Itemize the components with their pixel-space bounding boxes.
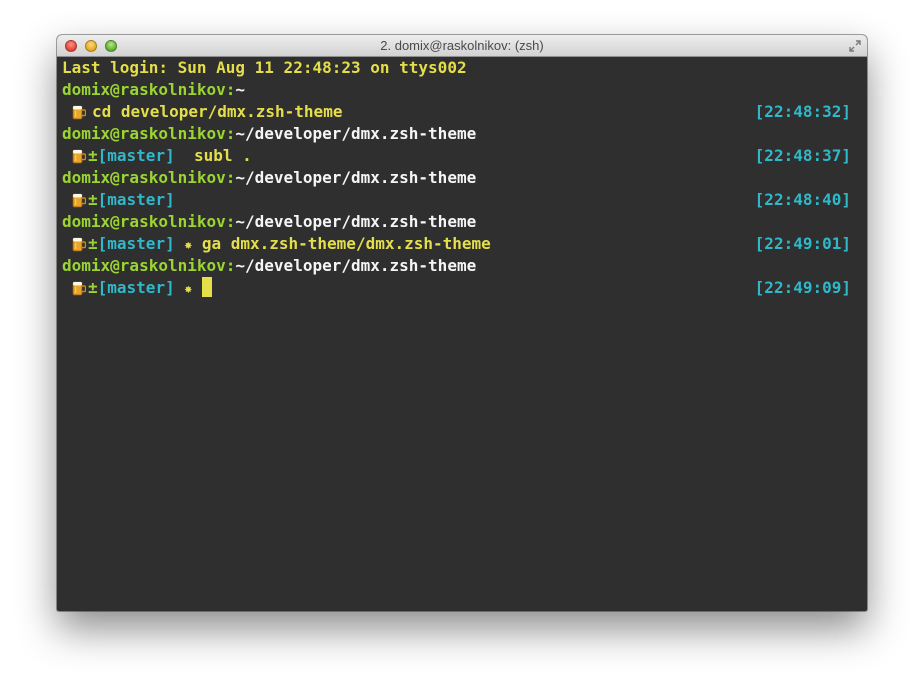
- timestamp: [22:48:40]: [754, 190, 851, 209]
- title-bar[interactable]: 2. domix@raskolnikov: (zsh): [57, 35, 867, 57]
- fullscreen-icon[interactable]: [848, 39, 862, 53]
- git-branch: [master]: [97, 146, 175, 165]
- command-line: cd developer/dmx.zsh-theme [22:48:32]: [62, 101, 851, 123]
- prompt-host-line: domix@raskolnikov:~/developer/dmx.zsh-th…: [62, 255, 851, 277]
- user-host: domix@raskolnikov:: [62, 124, 236, 143]
- command: ga dmx.zsh-theme/dmx.zsh-theme: [201, 234, 491, 253]
- git-marker: ±: [88, 234, 98, 253]
- last-login-line: Last login: Sun Aug 11 22:48:23 on ttys0…: [62, 58, 467, 77]
- beer-mug-icon: [72, 237, 86, 252]
- git-branch: [master]: [97, 190, 175, 209]
- timestamp: [22:49:01]: [754, 234, 851, 253]
- git-marker: ±: [88, 278, 98, 297]
- prompt-host-line: domix@raskolnikov:~/developer/dmx.zsh-th…: [62, 211, 851, 233]
- timestamp: [22:49:09]: [754, 278, 851, 297]
- command: subl .: [193, 146, 252, 165]
- beer-mug-icon: [72, 149, 86, 164]
- git-marker: ±: [88, 190, 98, 209]
- path: ~: [235, 80, 246, 99]
- prompt-host-line: domix@raskolnikov:~/developer/dmx.zsh-th…: [62, 123, 851, 145]
- user-host: domix@raskolnikov:: [62, 256, 236, 275]
- path: ~/developer/dmx.zsh-theme: [235, 212, 477, 231]
- beer-mug-icon: [72, 193, 86, 208]
- user-host: domix@raskolnikov:: [62, 80, 236, 99]
- timestamp: [22:48:37]: [754, 146, 851, 165]
- dirty-star-icon: ✸: [184, 238, 193, 253]
- user-host: domix@raskolnikov:: [62, 168, 236, 187]
- dirty-star-icon: ✸: [184, 282, 193, 297]
- terminal-output[interactable]: Last login: Sun Aug 11 22:48:23 on ttys0…: [62, 57, 851, 611]
- text-cursor[interactable]: [201, 277, 212, 297]
- command-line: ±[master] ✸ ga dmx.zsh-theme/dmx.zsh-the…: [62, 233, 851, 255]
- active-prompt-line[interactable]: ±[master] ✸ [22:49:09]: [62, 277, 851, 299]
- git-branch: [master]: [97, 234, 175, 253]
- user-host: domix@raskolnikov:: [62, 212, 236, 231]
- terminal-window: 2. domix@raskolnikov: (zsh) Last login: …: [57, 35, 867, 611]
- beer-mug-icon: [72, 105, 86, 120]
- path: ~/developer/dmx.zsh-theme: [235, 124, 477, 143]
- git-branch: [master]: [97, 278, 175, 297]
- command-line: ±[master] [22:48:40]: [62, 189, 851, 211]
- beer-mug-icon: [72, 281, 86, 296]
- path: ~/developer/dmx.zsh-theme: [235, 168, 477, 187]
- command-line: ±[master] subl . [22:48:37]: [62, 145, 851, 167]
- path: ~/developer/dmx.zsh-theme: [235, 256, 477, 275]
- prompt-host-line: domix@raskolnikov:~: [62, 79, 851, 101]
- command: cd developer/dmx.zsh-theme: [92, 102, 343, 121]
- timestamp: [22:48:32]: [754, 102, 851, 121]
- git-marker: ±: [88, 146, 98, 165]
- prompt-host-line: domix@raskolnikov:~/developer/dmx.zsh-th…: [62, 167, 851, 189]
- window-title: 2. domix@raskolnikov: (zsh): [380, 38, 544, 53]
